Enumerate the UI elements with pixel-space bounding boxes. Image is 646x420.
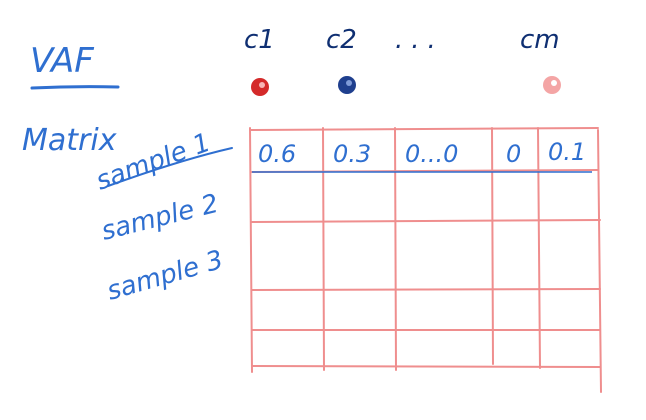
cell-sample-1-cm: 0.1 bbox=[548, 138, 586, 166]
row-label-sample-2: sample 2 bbox=[98, 189, 221, 247]
cell-sample-1-col4: 0 bbox=[506, 140, 521, 168]
matrix-label: Matrix bbox=[22, 123, 117, 158]
vaf-diagram: VAF Matrix c1 c2 ... cm sample 1 sample … bbox=[0, 0, 646, 420]
color-dot-c2 bbox=[338, 76, 356, 94]
column-header-c1: c1 bbox=[244, 25, 275, 55]
color-dot-cm bbox=[543, 76, 561, 94]
cell-sample-1-c2: 0.3 bbox=[333, 140, 371, 168]
diagram-svg: VAF Matrix c1 c2 ... cm sample 1 sample … bbox=[22, 25, 602, 393]
title: VAF bbox=[30, 41, 94, 81]
cell-sample-1-middle: 0...0 bbox=[405, 140, 458, 168]
row-label-sample-3: sample 3 bbox=[104, 245, 227, 307]
color-dot-c1 bbox=[251, 78, 269, 96]
column-header-ellipsis: ... bbox=[395, 25, 444, 55]
title-underline bbox=[30, 85, 120, 90]
cell-sample-1-c1: 0.6 bbox=[258, 140, 296, 168]
column-header-c2: c2 bbox=[326, 25, 357, 55]
column-header-cm: cm bbox=[520, 25, 560, 55]
